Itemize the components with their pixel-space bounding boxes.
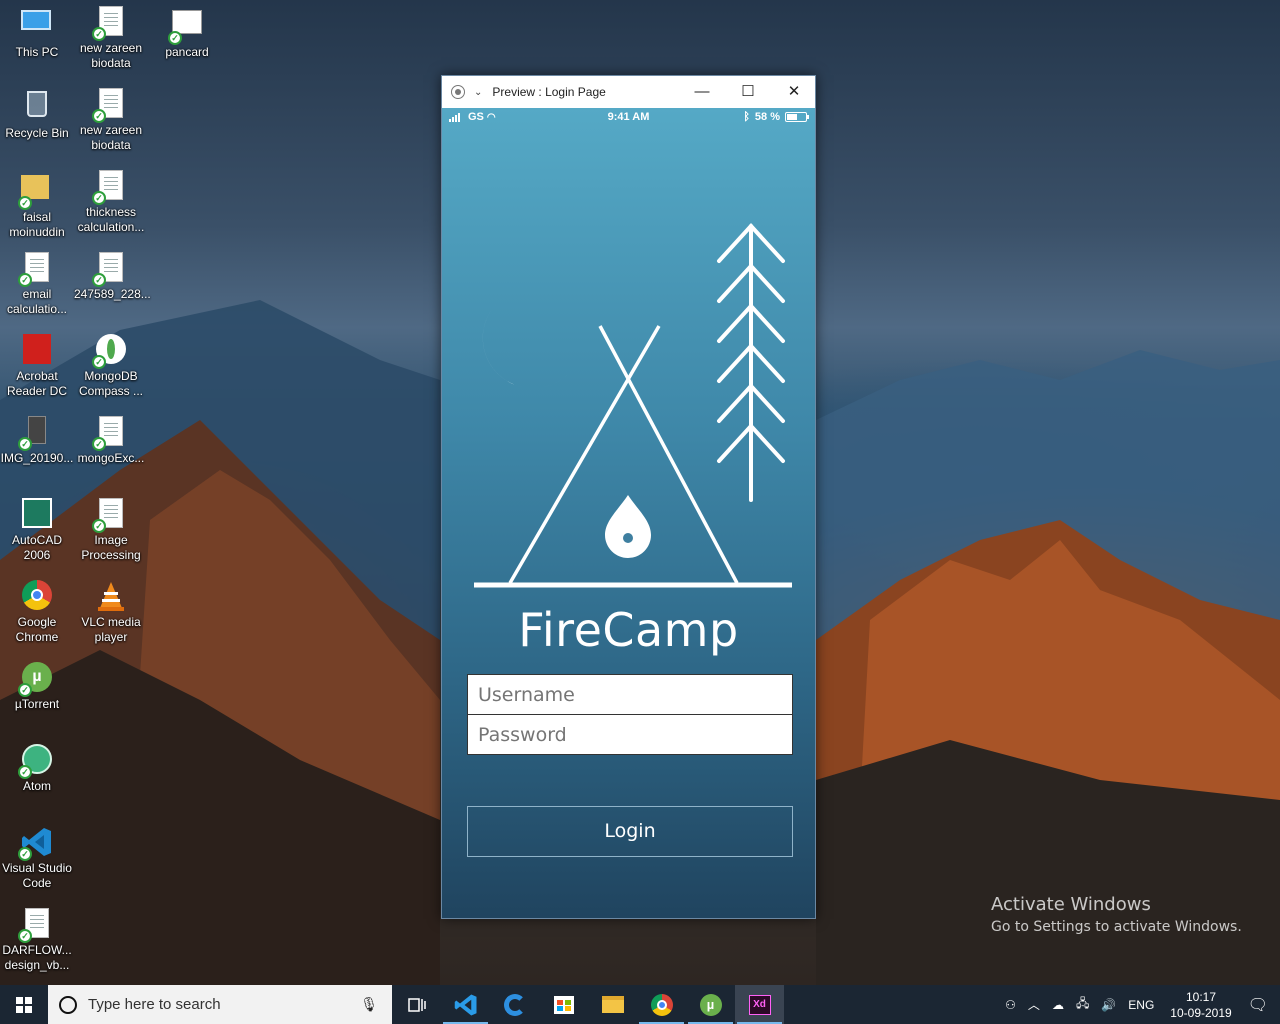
computer-icon [21, 10, 53, 42]
windows-logo-icon [16, 996, 32, 1013]
username-field[interactable] [467, 674, 793, 715]
phone-screen: GS ◠ 9:41 AM ᛒ 58 % FireCamp Username Lo… [442, 108, 815, 918]
desktop-icon-image-processing[interactable]: ✓ Image Processing [74, 498, 148, 563]
autocad-icon [21, 498, 53, 530]
pine-tree-icon [717, 223, 785, 502]
desktop-icon-atom[interactable]: ✓ Atom [0, 744, 74, 794]
clock-time: 10:17 [1185, 989, 1216, 1004]
desktop-icon-chrome[interactable]: Google Chrome [0, 580, 74, 645]
desktop-icon-247589[interactable]: ✓ 247589_228... [74, 252, 151, 302]
preview-window: ⌄ Preview : Login Page — ☐ ✕ GS ◠ 9:41 A… [441, 75, 816, 919]
image-file-icon: ✓ [168, 10, 203, 45]
battery-percent: 58 % [754, 111, 780, 123]
activate-windows-watermark: Activate Windows Go to Settings to activ… [991, 894, 1242, 935]
desktop-icon-utorrent[interactable]: µ ✓ µTorrent [0, 662, 74, 712]
search-placeholder: Type here to search [88, 996, 221, 1013]
status-bar: GS ◠ 9:41 AM ᛒ 58 % [442, 108, 815, 128]
desktop-icon-faisal-moinuddin[interactable]: ✓ faisal moinuddin [0, 170, 74, 240]
vscode-icon: ✓ [18, 826, 53, 861]
taskbar-chrome-icon[interactable] [637, 985, 686, 1024]
window-titlebar[interactable]: ⌄ Preview : Login Page — ☐ ✕ [442, 76, 815, 108]
utorrent-icon: µ ✓ [18, 662, 53, 697]
minimize-button[interactable]: — [679, 76, 725, 108]
document-icon: ✓ [92, 252, 127, 287]
clock-date: 10-09-2019 [1170, 1005, 1232, 1020]
adobe-xd-icon[interactable]: Xd [735, 985, 784, 1024]
desktop-icon-darflow[interactable]: ✓ DARFLOW... design_vb... [0, 908, 74, 973]
search-circle-icon [59, 995, 77, 1014]
pdf-icon: ✓ [18, 252, 53, 287]
file-explorer-icon[interactable] [588, 985, 637, 1024]
spreadsheet-icon: ✓ [18, 908, 53, 943]
clock[interactable]: 10:17 10-09-2019 [1170, 989, 1231, 1021]
desktop-icon-vlc[interactable]: VLC media player [74, 580, 148, 645]
people-icon[interactable]: ⚇ [1005, 998, 1016, 1012]
desktop-icon-this-pc[interactable]: This PC [0, 6, 74, 60]
activate-title: Activate Windows [991, 894, 1151, 915]
microphone-icon[interactable]: 🎙 [360, 996, 378, 1013]
image-file-icon: ✓ [18, 416, 53, 451]
recycle-bin-icon [21, 91, 53, 123]
maximize-button[interactable]: ☐ [725, 76, 771, 108]
desktop-icon-new-zareen-biodata-2[interactable]: ✓ new zareen biodata [74, 88, 148, 153]
taskbar-search[interactable]: Type here to search 🎙 [48, 985, 392, 1024]
app-title: FireCamp [518, 603, 739, 657]
edge-icon[interactable] [490, 985, 539, 1024]
document-icon: ✓ [92, 498, 127, 533]
document-icon: ✓ [92, 416, 127, 451]
firecamp-illustration [474, 223, 792, 588]
desktop-icon-autocad[interactable]: AutoCAD 2006 [0, 498, 74, 563]
bluetooth-icon: ᛒ [743, 111, 750, 123]
start-button[interactable] [0, 985, 48, 1024]
network-icon[interactable]: 🖧 [1076, 994, 1089, 1015]
password-field[interactable] [467, 714, 793, 755]
store-icon[interactable] [539, 985, 588, 1024]
action-center-icon[interactable]: 🗨 [1248, 995, 1268, 1015]
taskbar: Type here to search 🎙 µ Xd ⚇ ︿ ☁ 🖧 � [0, 985, 1280, 1024]
acrobat-icon [21, 334, 53, 366]
desktop-icon-new-zareen-biodata[interactable]: ✓ new zareen biodata [74, 6, 148, 71]
mongodb-icon: ✓ [92, 334, 127, 369]
document-icon: ✓ [92, 88, 127, 123]
desktop-icon-img[interactable]: ✓ IMG_20190... [0, 416, 74, 466]
desktop-icon-thickness-calculation[interactable]: ✓ thickness calculation... [74, 170, 148, 235]
desktop-icon-vscode[interactable]: ✓ Visual Studio Code [0, 826, 74, 891]
fire-drop-icon [605, 495, 651, 558]
onedrive-icon[interactable]: ☁ [1052, 998, 1064, 1012]
system-tray: ⚇ ︿ ☁ 🖧 🔊 ENG 10:17 10-09-2019 🗨 [999, 985, 1280, 1024]
record-icon[interactable] [451, 85, 465, 99]
user-folder-icon: ✓ [18, 175, 53, 210]
document-icon: ✓ [92, 6, 127, 41]
login-button[interactable]: Login [467, 806, 793, 857]
language-indicator[interactable]: ENG [1128, 998, 1154, 1012]
close-button[interactable]: ✕ [771, 76, 817, 108]
spreadsheet-icon: ✓ [92, 170, 127, 205]
chevron-up-icon[interactable]: ︿ [1028, 996, 1040, 1013]
moon-icon [482, 303, 569, 389]
volume-icon[interactable]: 🔊 [1101, 998, 1116, 1012]
desktop-icon-pancard[interactable]: ✓ pancard [150, 6, 224, 60]
desktop-icon-acrobat[interactable]: Acrobat Reader DC [0, 334, 74, 399]
taskbar-utorrent-icon[interactable]: µ [686, 985, 735, 1024]
battery-icon [785, 112, 809, 122]
activate-subtitle: Go to Settings to activate Windows. [991, 919, 1242, 935]
desktop-icon-mongoexc[interactable]: ✓ mongoExc... [74, 416, 148, 466]
task-view-icon[interactable] [392, 985, 441, 1024]
chevron-down-icon[interactable]: ⌄ [474, 87, 482, 98]
adobe-xd-label: Xd [748, 994, 771, 1015]
taskbar-vscode-icon[interactable] [441, 985, 490, 1024]
window-title: Preview : Login Page [492, 85, 606, 99]
atom-icon: ✓ [18, 744, 53, 779]
desktop-icon-email-calculation[interactable]: ✓ email calculatio... [0, 252, 74, 317]
desktop-icon-recycle-bin[interactable]: Recycle Bin [0, 88, 74, 141]
desktop-icon-mongodb-compass[interactable]: ✓ MongoDB Compass ... [74, 334, 148, 399]
vlc-icon [95, 580, 127, 612]
chrome-icon [21, 580, 53, 612]
